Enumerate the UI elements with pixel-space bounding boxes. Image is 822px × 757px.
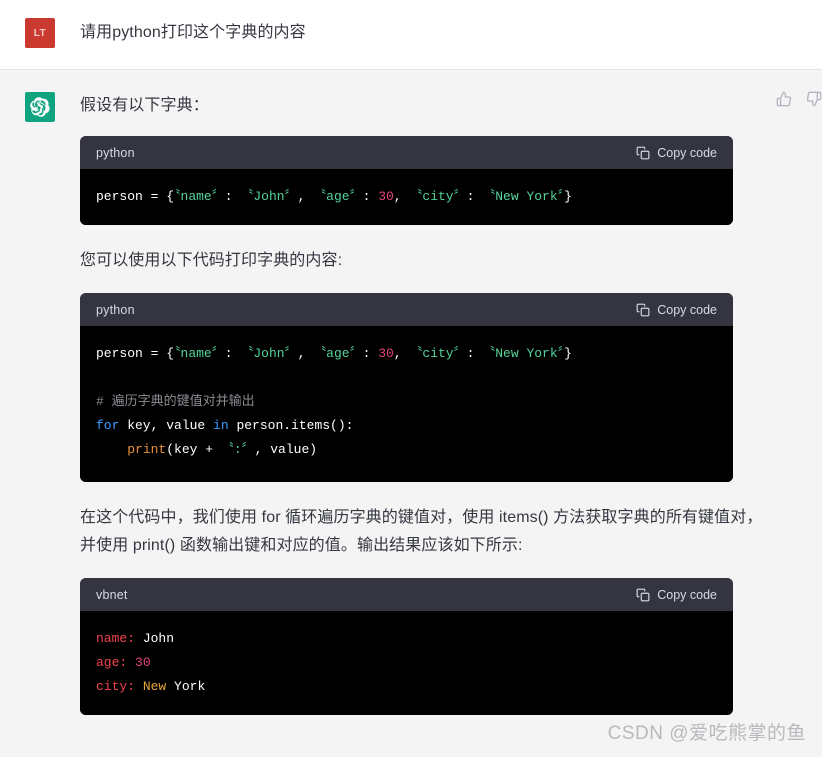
code-token: 〝New York〞	[482, 346, 565, 361]
code-token: :	[224, 189, 241, 204]
code-token: 30	[378, 189, 394, 204]
code-block-2-header: python Copy code	[80, 293, 733, 326]
code-token: 〝name〞	[174, 346, 225, 361]
code-token: key, value	[119, 418, 214, 433]
code-token: in	[213, 418, 229, 433]
copy-code-button-1[interactable]: Copy code	[636, 146, 717, 160]
code-token: , value)	[254, 442, 318, 457]
code-token: 〝name〞	[174, 189, 225, 204]
user-avatar: LT	[25, 18, 55, 48]
chat-page: LT 请用python打印这个字典的内容 假设有以下字典： python Cop…	[0, 0, 822, 757]
code-token: ,	[393, 346, 410, 361]
code-block-1-content: person = {〝name〞: 〝John〞, 〝age〞: 30, 〝ci…	[80, 169, 733, 225]
code-token: John	[135, 631, 175, 646]
assistant-avatar-column	[0, 92, 80, 122]
code-token: ,	[297, 189, 314, 204]
feedback-controls	[774, 89, 822, 109]
code-token: :	[362, 189, 379, 204]
copy-code-label: Copy code	[657, 145, 717, 160]
user-message-body: 请用python打印这个字典的内容	[80, 18, 822, 47]
code-token: name:	[96, 631, 136, 646]
code-token: person = {	[96, 346, 175, 361]
code-token: 〝city〞	[409, 189, 467, 204]
code-block-2: python Copy code person = {〝name〞: 〝John…	[80, 293, 733, 482]
clipboard-icon	[636, 588, 650, 602]
code-block-1: python Copy code person = {〝name〞: 〝John…	[80, 136, 733, 225]
code-token: person.items():	[228, 418, 354, 433]
user-message-text: 请用python打印这个字典的内容	[80, 24, 306, 41]
code-token: city:	[96, 679, 136, 694]
code-token: 〝:〞	[220, 442, 255, 457]
copy-code-button-2[interactable]: Copy code	[636, 303, 717, 317]
code-token: 〝John〞	[240, 189, 298, 204]
copy-code-button-3[interactable]: Copy code	[636, 588, 717, 602]
code-token: person = {	[96, 189, 175, 204]
clipboard-icon	[636, 303, 650, 317]
openai-logo-icon	[25, 92, 55, 122]
code-token: for	[96, 418, 120, 433]
code-line: age: 30	[96, 651, 717, 675]
code-token: 30	[378, 346, 394, 361]
code-block-3: vbnet Copy code name: John age: 30 city: N…	[80, 578, 733, 715]
clipboard-icon	[636, 146, 650, 160]
code-token: }	[564, 346, 572, 361]
code-token: :	[362, 346, 379, 361]
code-token: :	[466, 189, 483, 204]
code-language-label: python	[96, 145, 135, 160]
copy-code-label: Copy code	[657, 302, 717, 317]
thumbs-up-icon[interactable]	[774, 89, 794, 109]
user-avatar-column: LT	[0, 18, 80, 48]
code-token: ,	[393, 189, 410, 204]
code-token: New	[142, 679, 167, 694]
code-block-1-header: python Copy code	[80, 136, 733, 169]
code-token: 〝age〞	[313, 346, 363, 361]
code-token: age:	[96, 655, 128, 670]
copy-code-label: Copy code	[657, 587, 717, 602]
user-message-row: LT 请用python打印这个字典的内容	[0, 0, 822, 70]
assistant-message-body: 假设有以下字典： python Copy code person = {〝nam…	[80, 89, 822, 733]
code-line: # 遍历字典的键值对并输出	[96, 390, 717, 414]
code-token: 30	[135, 655, 151, 670]
code-token: }	[564, 189, 572, 204]
code-line: person = {〝name〞: 〝John〞, 〝age〞: 30, 〝ci…	[96, 185, 717, 209]
code-token: 〝age〞	[313, 189, 363, 204]
code-token: # 遍历字典的键值对并输出	[96, 394, 255, 409]
code-token: :	[224, 346, 241, 361]
code-token: ,	[297, 346, 314, 361]
assistant-intro-text: 假设有以下字典：	[80, 97, 209, 114]
code-token: print	[127, 442, 167, 457]
thumbs-down-icon[interactable]	[804, 89, 822, 109]
assistant-middle-text: 您可以使用以下代码打印字典的内容:	[80, 252, 343, 269]
code-line: for key, value in person.items():	[96, 414, 717, 438]
code-token: 〝New York〞	[482, 189, 565, 204]
code-line: city: New York	[96, 675, 717, 699]
code-block-2-content: person = {〝name〞: 〝John〞, 〝age〞: 30, 〝ci…	[80, 326, 733, 482]
code-block-3-content: name: John age: 30 city: New York	[80, 611, 733, 715]
code-token: (key +	[166, 442, 221, 457]
code-language-label: python	[96, 302, 135, 317]
code-token: 〝John〞	[240, 346, 298, 361]
code-block-3-header: vbnet Copy code	[80, 578, 733, 611]
assistant-explanation-text: 在这个代码中，我们使用 for 循环遍历字典的键值对，使用 items() 方法…	[80, 509, 763, 554]
code-token: York	[166, 679, 206, 694]
code-line: person = {〝name〞: 〝John〞, 〝age〞: 30, 〝ci…	[96, 342, 717, 366]
code-line: print(key + 〝:〞, value)	[96, 438, 717, 462]
assistant-message-row: 假设有以下字典： python Copy code person = {〝nam…	[0, 70, 822, 757]
code-token: 〝city〞	[409, 346, 467, 361]
code-line: name: John	[96, 627, 717, 651]
code-token: :	[466, 346, 483, 361]
code-language-label: vbnet	[96, 587, 128, 602]
